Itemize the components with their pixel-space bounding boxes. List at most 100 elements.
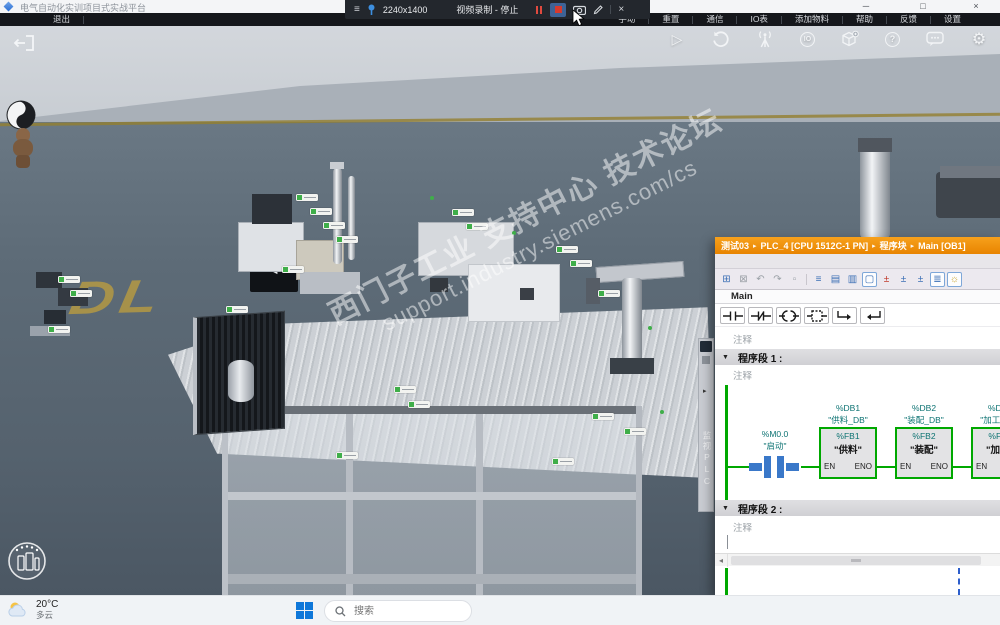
block3-db[interactable]: %DB3 [971,403,1000,413]
insert-network-icon[interactable]: ⊞ [719,272,734,287]
wire [953,466,971,468]
horizontal-scrollbar[interactable]: ◂ [715,553,1000,567]
network-list-icon[interactable]: ≡ [811,272,826,287]
delete-icon[interactable]: ⊠ [736,272,751,287]
comments-toggle-icon[interactable]: ≣ [930,271,945,287]
pin-icon[interactable] [367,4,376,15]
symbol-info-icon[interactable]: ± [913,272,928,287]
close-branch-icon[interactable] [860,307,885,324]
sensor-tag [226,306,248,313]
goto-icon[interactable]: ▫ [787,272,802,287]
collapse-icon[interactable]: ▼ [722,505,729,512]
monitoring-icon[interactable]: ☼ [947,271,962,287]
absolute-symbolic-icon[interactable]: ± [896,272,911,287]
scrollbar-thumb[interactable] [731,555,981,565]
equipment-badge[interactable] [6,540,48,582]
exit-scene-button[interactable] [12,34,36,52]
tia-tabrow: Main [715,290,1000,304]
wire [727,466,749,468]
robot-base [610,358,654,374]
add-material-icon[interactable] [841,30,859,48]
stop-button[interactable] [550,2,567,17]
empty-box-icon[interactable] [804,307,829,324]
breadcrumb-program-blocks[interactable]: 程序块 [880,239,907,252]
scroll-left-icon[interactable]: ◂ [715,553,728,567]
feedback-icon[interactable] [926,30,944,48]
tab-main[interactable]: Main [731,291,753,302]
menu-reset[interactable]: 重置 [649,13,692,26]
close-button[interactable]: × [965,0,987,13]
block1-db[interactable]: %DB1 [819,403,877,413]
reset-icon[interactable] [712,30,730,48]
breadcrumb-project[interactable]: 测试03 [721,239,749,252]
block2-db[interactable]: %DB2 [895,403,953,413]
weather-widget[interactable]: 20°C 多云 [6,599,58,620]
nc-contact-icon[interactable] [748,307,773,324]
contact-address[interactable]: %M0.0 [745,429,805,439]
plc-monitor-side-tab[interactable]: ▸ 监视PLC [698,338,714,512]
maximize-button[interactable]: □ [912,0,934,13]
pencil-icon[interactable] [593,4,604,15]
wire [877,466,895,468]
network2-header[interactable]: ▼ 程序段 2 : [715,500,1000,516]
block1-eno-pin: ENO [854,462,872,471]
start-button[interactable] [296,602,313,619]
collapse-networks-icon[interactable]: ▥ [845,272,860,287]
coil-icon[interactable] [776,307,801,324]
sensor-tag [296,194,318,201]
block1-db-name[interactable]: "供料_DB" [819,414,877,426]
pause-button[interactable] [535,1,543,19]
weather-icon [8,602,26,616]
expand-networks-icon[interactable]: ▤ [828,272,843,287]
scene-toolbar: ▷ IO ? ⚙ [668,30,988,49]
block3-fb-call[interactable]: %FB3 "加工" EN [971,427,1000,479]
play-icon[interactable]: ▷ [668,30,686,48]
expand-all-icon[interactable]: ± [879,272,894,287]
tia-menustrip [715,254,1000,269]
redo-icon[interactable]: ↷ [770,272,785,287]
help-icon[interactable]: ? [885,31,900,47]
block2-fb-call[interactable]: %FB2 "装配" EN ENO [895,427,953,479]
robot-column [622,278,642,362]
tia-titlebar[interactable]: 测试03 ▸ PLC_4 [CPU 1512C-1 PN] ▸ 程序块 ▸ Ma… [715,237,1000,254]
breadcrumb-separator-icon: ▸ [910,242,915,250]
menu-help[interactable]: 帮助 [843,13,886,26]
block2-db-name[interactable]: "装配_DB" [895,414,953,426]
recorder-close-icon[interactable]: × [618,4,624,15]
sensor-tag [452,209,474,216]
antenna-icon[interactable] [756,30,774,48]
stop-icon [554,6,562,13]
mouse-cursor [572,9,585,27]
sensor-led [512,231,516,235]
menu-exit[interactable]: 退出 [40,13,83,26]
network1-comment[interactable]: 注释 [733,368,752,382]
machine-rail [228,492,636,500]
menu-io-table[interactable]: IO表 [737,13,780,26]
undo-icon[interactable]: ↶ [753,272,768,287]
open-branch-icon[interactable] [832,307,857,324]
box-view-toggle-icon[interactable]: ▢ [862,271,877,287]
collapse-icon[interactable]: ▼ [722,354,729,361]
search-box[interactable] [324,600,472,622]
settings-gear-icon[interactable]: ⚙ [970,30,988,48]
character-avatar[interactable] [12,128,34,168]
block-comment[interactable]: 注释 [733,332,752,346]
breadcrumb-plc[interactable]: PLC_4 [CPU 1512C-1 PN] [761,241,869,251]
menu-add-material[interactable]: 添加物料 [782,13,842,26]
no-contact-icon[interactable] [720,307,745,324]
menu-feedback[interactable]: 反馈 [887,13,930,26]
contact-name[interactable]: "启动" [745,440,805,452]
search-input[interactable] [352,604,452,618]
network1-header[interactable]: ▼ 程序段 1 : [715,349,1000,365]
breadcrumb-main-ob1[interactable]: Main [OB1] [918,241,966,251]
menu-communication[interactable]: 通信 [693,13,736,26]
plcsim-mini-icon [700,341,712,352]
block1-fb-call[interactable]: %FB1 "供料" EN ENO [819,427,877,479]
io-table-icon[interactable]: IO [800,31,815,47]
menu-settings[interactable]: 设置 [931,13,974,26]
network2-comment[interactable]: 注释 [733,520,752,534]
minimize-button[interactable]: ─ [855,0,877,13]
rear-equipment [936,172,1000,218]
recorder-menu-icon[interactable]: ≡ [354,4,360,15]
block3-db-name[interactable]: "加工_DB" [971,414,1000,426]
